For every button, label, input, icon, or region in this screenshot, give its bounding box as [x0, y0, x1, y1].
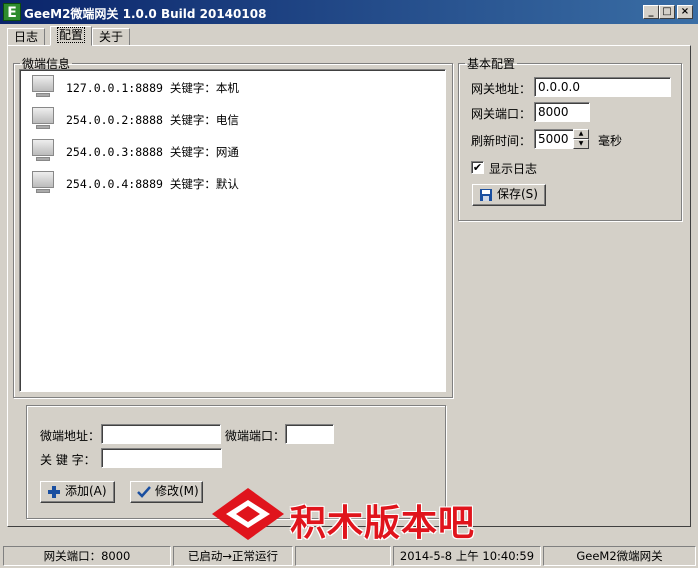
monitor-icon — [30, 170, 56, 196]
tab-log-label: 日志 — [14, 30, 39, 44]
tab-about[interactable]: 关于 — [92, 28, 131, 46]
gateway-address-label: 网关地址： — [471, 82, 532, 96]
tab-log[interactable]: 日志 — [7, 28, 46, 46]
gateway-port-label: 网关端口： — [471, 107, 532, 121]
basic-config-legend: 基本配置 — [467, 57, 516, 71]
window-title: GeeM2微端网关 1.0.0 Build 20140108 — [24, 7, 267, 21]
maximize-button[interactable]: □ — [659, 5, 675, 19]
gateway-port-input[interactable]: 8000 — [534, 102, 590, 122]
monitor-icon — [30, 74, 56, 100]
address-label: 微端地址： — [40, 429, 101, 443]
monitor-icon — [30, 138, 56, 164]
status-app-name: GeeM2微端网关 — [543, 546, 696, 566]
keyword-label: 关 键 字： — [40, 453, 96, 467]
save-button[interactable]: 保存(S) — [472, 184, 546, 206]
list-item[interactable]: 254.0.0.3:8888 关键字：网通 — [30, 138, 430, 164]
close-button[interactable]: × — [677, 5, 693, 19]
tab-config-label: 配置 — [57, 27, 86, 43]
watermark-text: 积木版本吧 — [290, 503, 476, 544]
title-bar[interactable]: E GeeM2微端网关 1.0.0 Build 20140108 _ □ × — [0, 0, 698, 24]
refresh-unit: 毫秒 — [598, 134, 623, 148]
status-bar: 网关端口：8000 已启动→正常运行 2014-5-8 上午 10:40:59 … — [0, 544, 698, 568]
tab-config[interactable]: 配置 — [50, 26, 93, 46]
tab-about-label: 关于 — [99, 30, 124, 44]
floppy-disk-icon — [480, 189, 492, 201]
watermark-logo-icon — [212, 488, 284, 540]
spin-down-icon[interactable]: ▼ — [573, 139, 589, 149]
keyword-input[interactable] — [101, 448, 222, 468]
list-item-text: 254.0.0.3:8888 关键字：网通 — [66, 145, 239, 159]
modify-button[interactable]: 修改(M) — [130, 481, 203, 503]
status-port: 网关端口：8000 — [3, 546, 171, 566]
app-icon[interactable]: E — [3, 3, 21, 21]
add-button[interactable]: 添加(A) — [40, 481, 115, 503]
plus-icon — [48, 486, 60, 498]
minimize-icon: _ — [648, 6, 654, 17]
save-button-label: 保存(S) — [497, 187, 538, 201]
minimize-button[interactable]: _ — [643, 5, 659, 19]
list-item-text: 127.0.0.1:8889 关键字：本机 — [66, 81, 239, 95]
list-item-text: 254.0.0.2:8888 关键字：电信 — [66, 113, 239, 127]
refresh-time-label: 刷新时间： — [471, 134, 532, 148]
list-item[interactable]: 254.0.0.2:8888 关键字：电信 — [30, 106, 430, 132]
list-item[interactable]: 254.0.0.4:8889 关键字：默认 — [30, 170, 430, 196]
microclient-list[interactable]: 127.0.0.1:8889 关键字：本机 254.0.0.2:8888 关键字… — [19, 69, 446, 392]
check-icon: ✔ — [472, 161, 483, 174]
refresh-time-spinner[interactable]: ▲ ▼ — [573, 129, 589, 149]
port-input[interactable] — [285, 424, 334, 444]
spin-up-icon[interactable]: ▲ — [573, 129, 589, 139]
close-icon: × — [680, 6, 690, 17]
checkmark-icon — [137, 486, 151, 498]
list-item-text: 254.0.0.4:8889 关键字：默认 — [66, 177, 239, 191]
status-datetime: 2014-5-8 上午 10:40:59 — [393, 546, 541, 566]
gateway-address-input[interactable]: 0.0.0.0 — [534, 77, 671, 97]
refresh-time-input[interactable]: 5000 — [534, 129, 576, 149]
monitor-icon — [30, 106, 56, 132]
show-log-label: 显示日志 — [489, 162, 538, 176]
show-log-checkbox[interactable]: ✔ — [471, 161, 484, 174]
status-empty — [295, 546, 391, 566]
watermark: 积木版本吧 — [210, 486, 500, 544]
modify-button-label: 修改(M) — [155, 484, 199, 498]
list-item[interactable]: 127.0.0.1:8889 关键字：本机 — [30, 74, 430, 100]
status-state: 已启动→正常运行 — [173, 546, 293, 566]
add-button-label: 添加(A) — [65, 484, 107, 498]
maximize-icon: □ — [662, 6, 672, 17]
port-label: 微端端口： — [225, 429, 286, 443]
address-input[interactable] — [101, 424, 221, 444]
